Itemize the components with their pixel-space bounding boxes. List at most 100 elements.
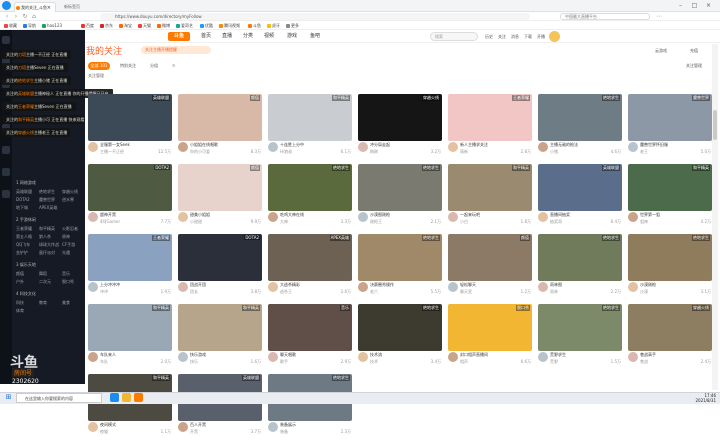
streamer-avatar[interactable] xyxy=(268,352,278,362)
streamer-name[interactable]: 狙神 xyxy=(640,219,685,225)
browser-search-input[interactable]: 中国最大直播平台 xyxy=(560,13,650,20)
streamer-name[interactable]: 荒野 xyxy=(550,359,595,365)
stream-thumbnail[interactable]: APEX英雄 xyxy=(268,234,352,281)
streamer-name[interactable]: 4阿Gamer xyxy=(100,219,145,225)
stream-title[interactable]: 主播无敌的枪法 xyxy=(550,142,620,148)
site-search-input[interactable]: 搜索 xyxy=(430,32,478,41)
sidebar-category-item[interactable]: 脱口秀 xyxy=(62,279,74,285)
manage-follow-button[interactable]: 关注管理 xyxy=(88,73,104,79)
streamer-name[interactable]: 技术 xyxy=(370,359,415,365)
stream-title[interactable]: 装备展示 xyxy=(280,422,350,428)
tab-special[interactable]: 特别关注 xyxy=(120,62,136,70)
live-notification-toast[interactable]: 关注的刀塔主播一不正经 正在直播 xyxy=(2,50,72,59)
stream-title[interactable]: 甜美小姐姐 xyxy=(190,212,260,218)
stream-title[interactable]: 沙漠刚枪 xyxy=(640,282,710,288)
nav-live[interactable]: 直播 xyxy=(222,33,232,40)
url-input[interactable]: https://www.douyu.com/directory/myFollow xyxy=(100,13,530,20)
browser-tab-active[interactable]: 我的关注_斗鱼 × xyxy=(14,2,56,12)
streamer-name[interactable]: 聊天室 xyxy=(460,289,505,295)
live-notification-toast[interactable]: 关注的刀塔主播Seven 正在直播 xyxy=(2,63,68,72)
streamer-name[interactable]: 装备 xyxy=(280,429,325,435)
sidebar-category-item[interactable]: 第五人格 xyxy=(16,234,32,240)
stream-title[interactable]: 夜间模式 xyxy=(100,422,170,428)
taskbar-search-input[interactable]: 在这里输入你要搜索的内容 xyxy=(16,393,102,403)
stream-thumbnail[interactable]: 脱口秀 xyxy=(448,304,532,351)
stream-thumbnail[interactable]: 和平精英 xyxy=(268,94,352,141)
close-window-icon[interactable]: × xyxy=(702,0,715,12)
follow-manage-link[interactable]: 关注管理 xyxy=(686,63,702,69)
streamer-avatar[interactable] xyxy=(358,282,368,292)
stream-title[interactable]: 全服第一女Seek xyxy=(100,142,170,148)
sidebar-category-item[interactable]: APEX英雄 xyxy=(39,205,57,211)
streamer-name[interactable]: 歌手 xyxy=(280,359,325,365)
stream-title[interactable]: 决赛圈秀操作 xyxy=(370,282,440,288)
live-notification-toast[interactable]: 关注的王者荣耀主播Seven 正在直播 xyxy=(2,102,76,111)
stream-title[interactable]: 冲分局走起 xyxy=(370,142,440,148)
streamer-avatar[interactable] xyxy=(178,422,188,432)
nav-video[interactable]: 视频 xyxy=(264,33,274,40)
streamer-name[interactable]: 快乐 xyxy=(190,359,235,365)
live-card[interactable]: 绝地求生 沙漠图刚枪 刚枪王 2.1万 xyxy=(358,164,442,230)
sidebar-category-item[interactable]: 金铲铲 xyxy=(16,250,28,256)
stream-title[interactable]: 雨林图 xyxy=(550,282,620,288)
streamer-name[interactable]: 抽奖哥 xyxy=(550,219,595,225)
sidebar-category-item[interactable]: 绝地求生 xyxy=(39,189,55,195)
recharge-link[interactable]: 充值 xyxy=(690,48,698,54)
stream-title[interactable]: 巷战高手 xyxy=(640,352,710,358)
bookmark-item[interactable]: 虎牙 xyxy=(267,21,280,30)
follow-icon[interactable]: 关注 xyxy=(495,32,509,41)
live-card[interactable]: 英雄联盟 全服第一女Seek 主播一不正经 12.5万 xyxy=(88,94,172,160)
streamer-avatar[interactable] xyxy=(448,142,458,152)
sidebar-category-item[interactable]: 逆水寒 xyxy=(62,197,74,203)
live-card[interactable]: DOTA2 团战开团 团长 3.8万 xyxy=(178,234,262,300)
stream-thumbnail[interactable]: 穿越火线 xyxy=(358,94,442,141)
streamer-avatar[interactable] xyxy=(178,282,188,292)
live-card[interactable]: 绝地求生 决赛圈秀操作 老六 5.5万 xyxy=(358,234,442,300)
stream-thumbnail[interactable]: 和平精英 xyxy=(88,304,172,351)
stream-title[interactable]: 轻松聊天 xyxy=(460,282,530,288)
bookmark-item[interactable]: 百度 xyxy=(81,21,94,30)
live-card[interactable]: 和平精英 世界第一狙 狙神 4.2万 xyxy=(628,164,712,230)
streamer-name[interactable]: 你的小可爱 xyxy=(190,149,235,155)
streamer-name[interactable]: 萌新 xyxy=(460,149,505,155)
stream-thumbnail[interactable]: DOTA2 xyxy=(178,234,262,281)
sidebar-category-item[interactable]: DOTA2 xyxy=(16,197,30,202)
sidebar-category-item[interactable]: 户外 xyxy=(16,279,24,285)
sidebar-rail-icon[interactable] xyxy=(2,36,10,44)
streamer-avatar[interactable] xyxy=(358,142,368,152)
stream-thumbnail[interactable]: 魔兽世界 xyxy=(628,94,712,141)
stream-title[interactable]: 快乐游戏 xyxy=(190,352,260,358)
folder-taskbar-icon[interactable] xyxy=(122,393,131,402)
live-card[interactable]: 绝地求生 荒野求生 荒野 1.5万 xyxy=(538,304,622,370)
sidebar-category-item[interactable]: 舞蹈 xyxy=(39,271,47,277)
stream-thumbnail[interactable]: 绝地求生 xyxy=(358,234,442,281)
streamer-name[interactable]: 小白 xyxy=(460,219,505,225)
stream-title[interactable]: 团战开团 xyxy=(190,282,260,288)
streamer-avatar[interactable] xyxy=(538,282,548,292)
bookmark-item[interactable]: 导航 xyxy=(23,21,36,30)
live-card[interactable]: 王者荣耀 上分冲冲冲 冲冲 1.9万 xyxy=(88,234,172,300)
browser-logo-icon[interactable] xyxy=(2,1,11,10)
bookmark-item[interactable]: 收藏 xyxy=(4,21,17,30)
bookmark-item[interactable]: 淘宝 xyxy=(119,21,132,30)
user-avatar[interactable] xyxy=(549,31,560,42)
streamer-name[interactable]: 刷刷 xyxy=(370,149,415,155)
live-card[interactable]: 绝地求生 装备展示 装备 2.3万 xyxy=(268,374,352,440)
streamer-avatar[interactable] xyxy=(268,422,278,432)
stream-title[interactable]: 技术流 xyxy=(370,352,440,358)
sidebar-rail-icon[interactable] xyxy=(2,146,10,154)
streamer-avatar[interactable] xyxy=(88,142,98,152)
settings-icon[interactable]: ⚙ xyxy=(172,62,176,70)
sidebar-category-item[interactable]: QQ飞车 xyxy=(16,242,30,248)
system-clock[interactable]: 17:46 2021/8/31 xyxy=(680,393,716,403)
forward-icon[interactable]: › xyxy=(12,12,20,21)
douyu-taskbar-icon[interactable] xyxy=(134,393,143,402)
streamer-avatar[interactable] xyxy=(268,212,278,222)
sidebar-category-item[interactable]: 球球大作战 xyxy=(39,242,59,248)
streamer-name[interactable]: 刚枪王 xyxy=(370,219,415,225)
sidebar-rail-icon[interactable] xyxy=(2,190,10,198)
sidebar-category-item[interactable]: 科技 xyxy=(16,300,24,306)
live-card[interactable]: 和平精英 十连胜上分中 Hi狼叔 6.1万 xyxy=(268,94,352,160)
sidebar-category-item[interactable]: 光遇 xyxy=(62,250,70,256)
sidebar-category-item[interactable]: 王者荣耀 xyxy=(16,226,32,232)
